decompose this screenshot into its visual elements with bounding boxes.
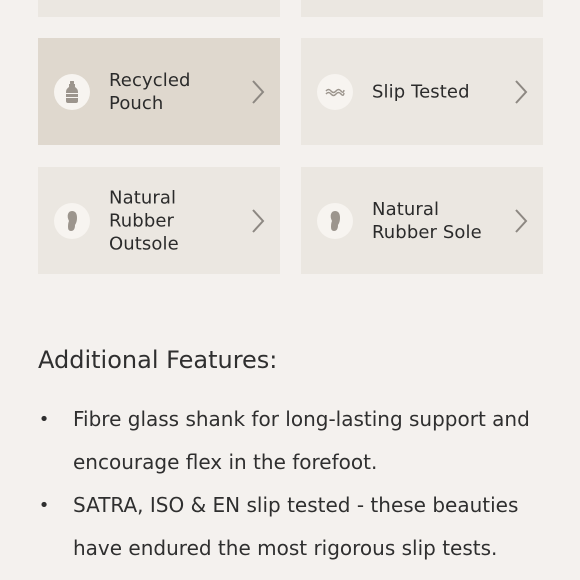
feature-tile-label: Natural Rubber Outsole [109,187,179,254]
wave-icon [317,73,353,110]
feature-item-text: Fibre glass shank for long-lasting suppo… [73,407,530,474]
chevron-right-icon [252,79,265,104]
additional-features-list: • Fibre glass shank for long-lasting sup… [38,398,558,570]
chevron-right-icon [252,208,265,233]
feature-tile-natural-rubber-sole[interactable]: Natural Rubber Sole [301,167,543,274]
feature-tile-partial-right[interactable] [301,0,543,17]
bottle-icon [54,73,90,110]
bullet-icon: • [38,495,50,516]
footprint-icon [317,202,353,239]
product-features-section: Recycled Pouch Slip Tested Natural Rubbe… [0,0,580,580]
feature-tile-label: Slip Tested [372,81,470,102]
feature-tile-partial-left[interactable] [38,0,280,17]
list-item: • SATRA, ISO & EN slip tested - these be… [38,484,558,570]
feature-tile-label: Recycled Pouch [109,69,191,114]
feature-tile-recycled-pouch[interactable]: Recycled Pouch [38,38,280,145]
additional-features-title: Additional Features: [38,346,278,374]
bullet-icon: • [38,409,50,430]
list-item: • Fibre glass shank for long-lasting sup… [38,398,558,484]
chevron-right-icon [515,79,528,104]
chevron-right-icon [515,208,528,233]
footprint-icon [54,202,90,239]
feature-tile-natural-rubber-outsole[interactable]: Natural Rubber Outsole [38,167,280,274]
feature-item-text: SATRA, ISO & EN slip tested - these beau… [73,493,519,560]
feature-tile-label: Natural Rubber Sole [372,198,482,243]
feature-tile-slip-tested[interactable]: Slip Tested [301,38,543,145]
